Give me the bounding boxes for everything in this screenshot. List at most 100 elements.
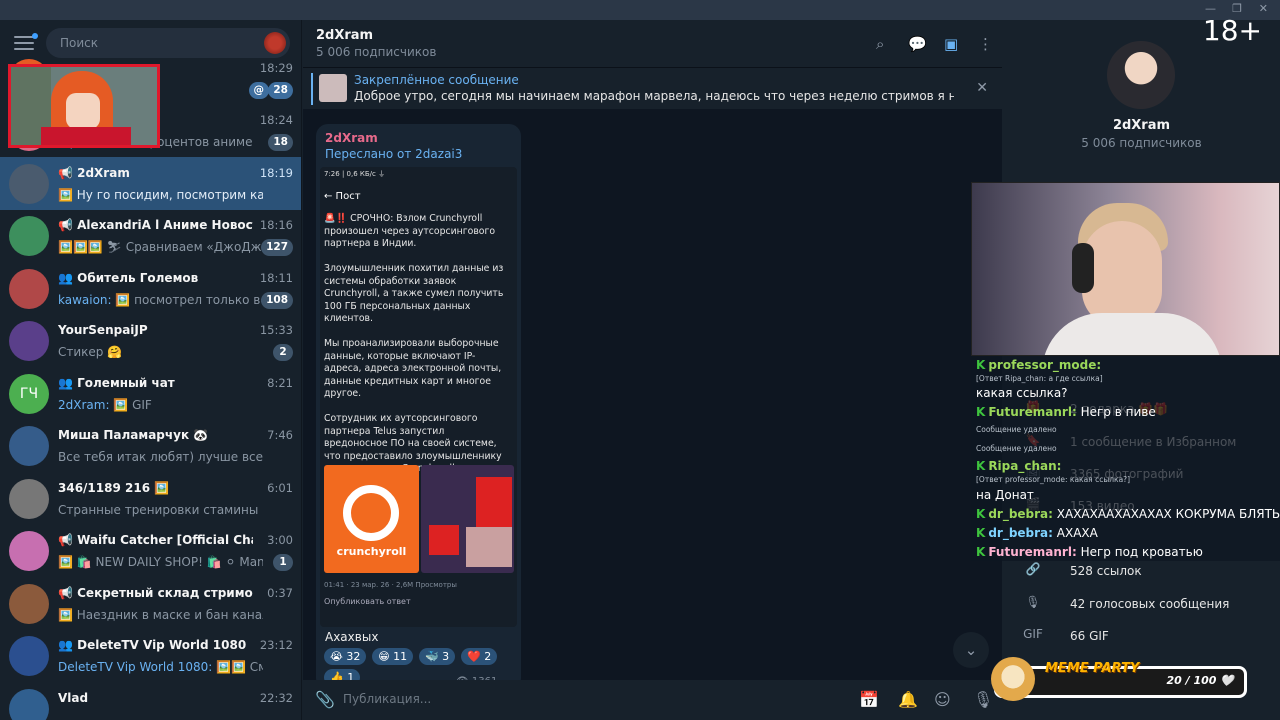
info-icon: 🎙	[1025, 595, 1041, 609]
microphone-icon[interactable]: 🎙	[973, 690, 993, 709]
attach-icon[interactable]: 📎	[315, 690, 335, 709]
reaction-heart[interactable]: ❤️ 2	[461, 648, 498, 665]
more-icon[interactable]: ⋮	[978, 35, 993, 53]
profile-name: 2dXram	[1112, 118, 1171, 133]
chat-preview-text: 🖼️🖼️🖼️ ⛷ Сравниваем «ДжоДжо»: …	[58, 240, 263, 254]
chat-text: Сообщение удалено	[976, 444, 1057, 453]
chat-preview: 2dXram: 🖼️ GIF	[58, 398, 263, 412]
chat-name: 👥 DeleteTV Vip World 1080	[58, 638, 247, 652]
chat-item[interactable]: YourSenpaiJP 15:33 Стикер 🤗 2	[0, 314, 301, 367]
stream-chat-message: какая ссылка?	[976, 386, 1068, 400]
pinned-message[interactable]: Закреплённое сообщение Доброе утро, сего…	[303, 67, 1002, 109]
chat-item[interactable]: 346/1189 216 🖼️ 6:01 Странные тренировки с…	[0, 472, 301, 525]
message-input[interactable]: Публикация...	[343, 692, 431, 706]
chat-item[interactable]: ГЧ 👥 Големный чат 8:21 2dXram: 🖼️ GIF	[0, 367, 301, 420]
chat-item[interactable]: 📢 Секретный склад стримов 2д … 0:37 🖼️ Нае…	[0, 577, 301, 630]
chat-name: 👥 Големный чат	[58, 376, 175, 390]
reaction-whale[interactable]: 🐳 3	[418, 648, 456, 665]
search-icon[interactable]: ⌕	[876, 35, 884, 53]
chat-preview: DeleteTV Vip World 1080: 🖼️🖼️ Смэк 20…	[58, 660, 263, 674]
chat-item[interactable]: Миша Паламарчук 🐼 7:46 Все тебя итак любят…	[0, 419, 301, 472]
meme-party-widget: MEME PARTY 20 / 100 🤍	[991, 657, 1247, 701]
chat-preview: 🖼️🖼️🖼️ ⛷ Сравниваем «ДжоДжо»: …	[58, 240, 263, 254]
stream-chat-message: Сообщение удалено	[976, 444, 1057, 453]
chat-time: 18:19	[259, 166, 293, 180]
chat-avatar	[9, 531, 49, 571]
stream-chat-message: K Futuremanrl: Негр под кроватью	[976, 545, 1203, 559]
app-window: — ❐ ✕ Поиск …ла18:2928@18:24Ripanime: 99…	[0, 0, 1280, 720]
chat-text: на Донат	[976, 488, 1034, 502]
chat-preview: 🖼️ Наездник в маске и бан канала	[58, 608, 263, 622]
chat-name: 346/1189 216 🖼️	[58, 481, 170, 495]
chat-username: dr_bebra:	[988, 507, 1053, 521]
stream-chat-message: Kdr_bebra: ХАХАХААХАХАХАХ КОКРУМА БЛЯТЬ	[976, 507, 1280, 521]
chat-item[interactable]: 📢 AlexandriA l Аниме Новости 18:16 🖼️🖼️🖼️ …	[0, 209, 301, 262]
chat-time: 18:29	[259, 61, 293, 75]
chat-preview: 🖼️ Ну го посидим, посмотрим как оно и че…	[58, 188, 263, 202]
emoji-icon[interactable]: ☺	[934, 690, 951, 709]
message-author: 2dXram	[325, 131, 378, 145]
chat-avatar	[9, 636, 49, 676]
chat-item[interactable]: 👥 Обитель Големов 18:11 kawaion: 🖼️ посмот…	[0, 262, 301, 315]
menu-icon[interactable]	[14, 33, 38, 50]
reaction-crying[interactable]: 😭 32	[324, 648, 367, 665]
unread-badge: 18	[268, 134, 293, 151]
sidebar-toggle-icon[interactable]: ▣	[944, 35, 958, 53]
chat-time: 6:01	[267, 481, 293, 495]
close-pin-icon[interactable]: ✕	[976, 80, 988, 96]
discussion-icon[interactable]: 💬	[908, 35, 927, 53]
chat-name: 👥 Обитель Големов	[58, 271, 199, 285]
unread-badge: 2	[273, 344, 293, 361]
chat-sender: DeleteTV Vip World 1080:	[58, 660, 213, 674]
reaction-grin[interactable]: 😁 11	[372, 648, 414, 665]
chat-time: 18:16	[259, 218, 293, 232]
account-avatar[interactable]	[264, 32, 286, 54]
chat-avatar	[9, 321, 49, 361]
leak-screenshot-image	[421, 465, 514, 573]
chat-item[interactable]: 👥 DeleteTV Vip World 1080 23:12 DeleteTV V…	[0, 629, 301, 682]
chat-preview: Странные тренировки стамины	[58, 503, 263, 517]
chat-text: ХАХАХААХАХАХАХ КОКРУМА БЛЯТЬ	[1052, 507, 1280, 521]
schedule-icon[interactable]: 📅	[859, 690, 879, 709]
twitch-badge-icon: K	[976, 358, 986, 372]
info-row[interactable]: 🎙 42 голосовых сообщения	[1003, 589, 1280, 621]
channel-header[interactable]: 2dXram 5 006 подписчиков ⌕ 💬 ▣ ⋮	[303, 20, 1002, 67]
info-icon: 🔗	[1025, 562, 1041, 576]
chat-name: 📢 AlexandriA l Аниме Новости	[58, 218, 253, 232]
scroll-down-button[interactable]: ⌄	[953, 632, 989, 668]
message-bubble[interactable]: 2dXram Переслано от 2dazai3 7:26 | 0,6 К…	[316, 124, 521, 690]
chat-preview: 🖼️ 🛍️ NEW DAILY SHOP! 🛍️ ⚪ Mana…	[58, 555, 263, 569]
meme-title: MEME PARTY	[1045, 661, 1140, 676]
composer-bar: 📎 Публикация... 📅 🔔 ☺ 🎙	[303, 680, 1002, 720]
chat-time: 22:32	[259, 691, 293, 705]
info-row[interactable]: GIF 66 GIF	[1003, 621, 1280, 653]
reply-prompt: Опубликовать ответ	[324, 597, 411, 606]
message-text: Ахахвых	[325, 630, 379, 644]
profile-avatar[interactable]	[1107, 41, 1175, 109]
twitch-badge-icon: K	[976, 405, 986, 419]
attached-screenshot[interactable]: 7:26 | 0,6 КБ/с ⏚ ← Пост 🚨‼️ СРОЧНО: Взл…	[320, 167, 517, 627]
twitch-badge-icon: K	[976, 459, 986, 473]
twitch-badge-icon: K	[976, 545, 986, 559]
unread-badge: 108	[261, 292, 293, 309]
stream-chat-message: Kprofessor_mode:	[976, 358, 1101, 372]
chat-item[interactable]: 📢 2dXram 18:19 🖼️ Ну го посидим, посмотрим…	[0, 157, 301, 210]
chat-time: 18:11	[259, 271, 293, 285]
chat-name: YourSenpaiJP	[58, 323, 148, 337]
chat-avatar	[9, 689, 49, 720]
info-label: 66 GIF	[1070, 629, 1109, 643]
chat-text: АХАХА	[1052, 526, 1098, 540]
chat-text: Негр под кроватью	[1076, 545, 1203, 559]
chat-item[interactable]: 📢 Waifu Catcher [Official Channel] 🍌 3:00…	[0, 524, 301, 577]
chat-text: Сообщение удалено	[976, 425, 1057, 434]
stream-chat-message: на Донат	[976, 488, 1034, 502]
forwarded-from[interactable]: Переслано от 2dazai3	[325, 147, 462, 161]
chat-name: 📢 Waifu Catcher [Official Channel] 🍌	[58, 533, 253, 547]
chat-name: 📢 Секретный склад стримов 2д …	[58, 586, 253, 600]
chat-item[interactable]: Vlad 22:32	[0, 682, 301, 720]
chat-preview-text: 🖼️🖼️ Смэк 20…	[216, 660, 263, 674]
meme-counter: 20 / 100 🤍	[1166, 674, 1234, 687]
stream-chat-message: [Ответ Ripa_chan: а где ссылка]	[976, 374, 1103, 383]
notifications-icon[interactable]: 🔔	[898, 690, 918, 709]
chat-username: professor_mode:	[988, 358, 1102, 372]
